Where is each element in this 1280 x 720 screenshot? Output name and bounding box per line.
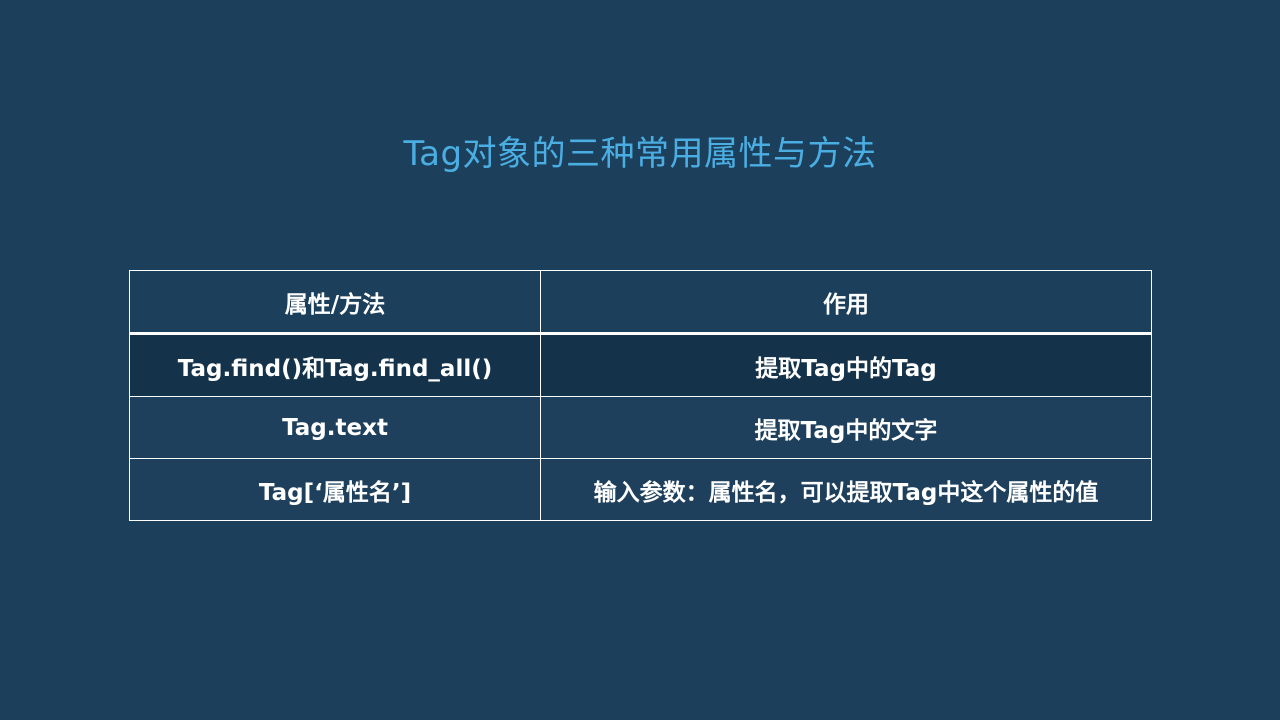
cell-purpose-find: 提取Tag中的Tag: [540, 333, 1152, 397]
table-row: Tag.find()和Tag.find_all() 提取Tag中的Tag: [129, 333, 1152, 397]
header-row: 属性/方法 作用: [129, 270, 1152, 335]
cell-purpose-attr: 输入参数：属性名，可以提取Tag中这个属性的值: [540, 458, 1152, 521]
slide: Tag对象的三种常用属性与方法 属性/方法 作用 Tag.find()和Tag.…: [0, 0, 1280, 720]
table-row: Tag.text 提取Tag中的文字: [129, 396, 1152, 459]
cell-method-text: Tag.text: [129, 396, 541, 459]
table-body: Tag.find()和Tag.find_all() 提取Tag中的Tag Tag…: [129, 333, 1152, 521]
table-row: Tag[‘属性名’] 输入参数：属性名，可以提取Tag中这个属性的值: [129, 458, 1152, 521]
slide-title: Tag对象的三种常用属性与方法: [403, 134, 877, 174]
cell-purpose-text: 提取Tag中的文字: [540, 396, 1152, 459]
header-attribute-method: 属性/方法: [129, 270, 541, 335]
header-purpose: 作用: [540, 270, 1152, 335]
cell-method-find: Tag.find()和Tag.find_all(): [129, 333, 541, 397]
table-header: 属性/方法 作用: [129, 270, 1152, 335]
cell-method-attr: Tag[‘属性名’]: [129, 458, 541, 521]
attributes-table: 属性/方法 作用 Tag.find()和Tag.find_all() 提取Tag…: [129, 270, 1152, 521]
